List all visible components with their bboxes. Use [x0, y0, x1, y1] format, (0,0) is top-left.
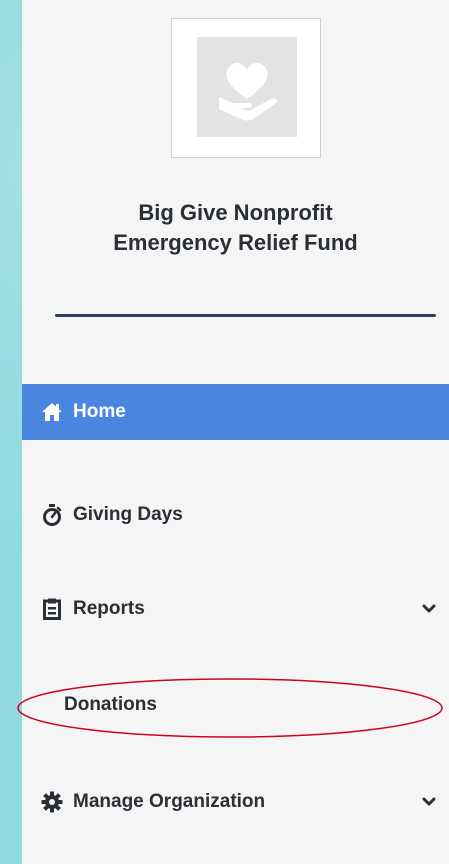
sidebar-item-label: Home: [73, 401, 126, 422]
organization-logo[interactable]: [171, 18, 321, 158]
sidebar-item-home[interactable]: Home: [22, 384, 449, 440]
sidebar: Big Give Nonprofit Emergency Relief Fund…: [22, 0, 449, 864]
gear-icon: [41, 791, 63, 813]
heart-hand-icon: [219, 63, 277, 121]
divider: [55, 314, 436, 317]
sidebar-item-label: Manage Organization: [73, 791, 266, 812]
organization-name-line1: Big Give Nonprofit: [138, 200, 333, 225]
sidebar-item-manage-organization[interactable]: Manage Organization: [22, 774, 449, 830]
sidebar-subitem-donations[interactable]: Donations: [64, 690, 157, 720]
organization-name-line2: Emergency Relief Fund: [113, 230, 358, 255]
sidebar-subitem-label: Donations: [64, 694, 157, 715]
logo-placeholder: [197, 37, 297, 137]
chevron-down-icon[interactable]: [421, 792, 437, 812]
organization-name: Big Give Nonprofit Emergency Relief Fund: [22, 198, 449, 258]
stopwatch-icon: [41, 504, 63, 526]
sidebar-item-label: Giving Days: [73, 504, 183, 525]
sidebar-item-label: Reports: [73, 598, 145, 619]
clipboard-icon: [41, 598, 63, 620]
chevron-down-icon[interactable]: [421, 599, 437, 619]
home-icon: [41, 401, 63, 423]
sidebar-item-reports[interactable]: Reports: [22, 581, 449, 637]
sidebar-item-giving-days[interactable]: Giving Days: [22, 487, 449, 543]
